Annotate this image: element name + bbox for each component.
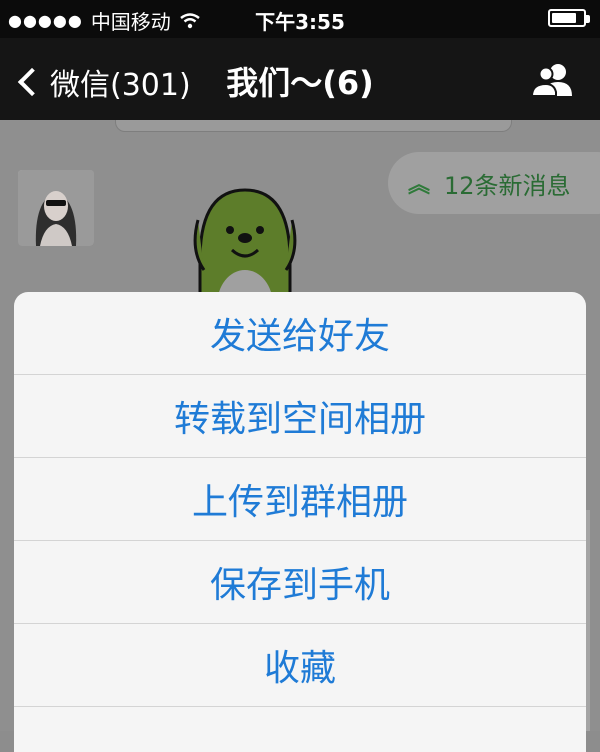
group-people-icon[interactable]	[528, 62, 576, 98]
action-favorite[interactable]: 收藏	[14, 624, 586, 707]
action-repost-to-album[interactable]: 转载到空间相册	[14, 375, 586, 458]
action-upload-group-album[interactable]: 上传到群相册	[14, 458, 586, 541]
action-save-to-phone[interactable]: 保存到手机	[14, 541, 586, 624]
chat-title: 我们～(6)	[226, 64, 374, 102]
nav-bar: 微信(301) 我们～(6)	[0, 38, 600, 120]
avatar-photo	[18, 170, 94, 246]
avatar[interactable]	[18, 170, 94, 246]
status-bar: ●●●●● 中国移动 下午3:55	[0, 0, 600, 38]
battery-level	[552, 13, 576, 23]
double-chevron-up-icon: ︽	[408, 173, 431, 198]
action-send-to-friend[interactable]: 发送给好友	[14, 292, 586, 375]
action-sheet: 发送给好友 转载到空间相册 上传到群相册 保存到手机 收藏	[14, 292, 586, 752]
previous-message-bubble	[115, 120, 512, 132]
status-time: 下午3:55	[255, 10, 345, 34]
battery-icon	[548, 9, 590, 27]
new-messages-pill[interactable]: ︽ 12条新消息	[388, 152, 600, 214]
new-messages-label: 12条新消息	[444, 171, 571, 200]
